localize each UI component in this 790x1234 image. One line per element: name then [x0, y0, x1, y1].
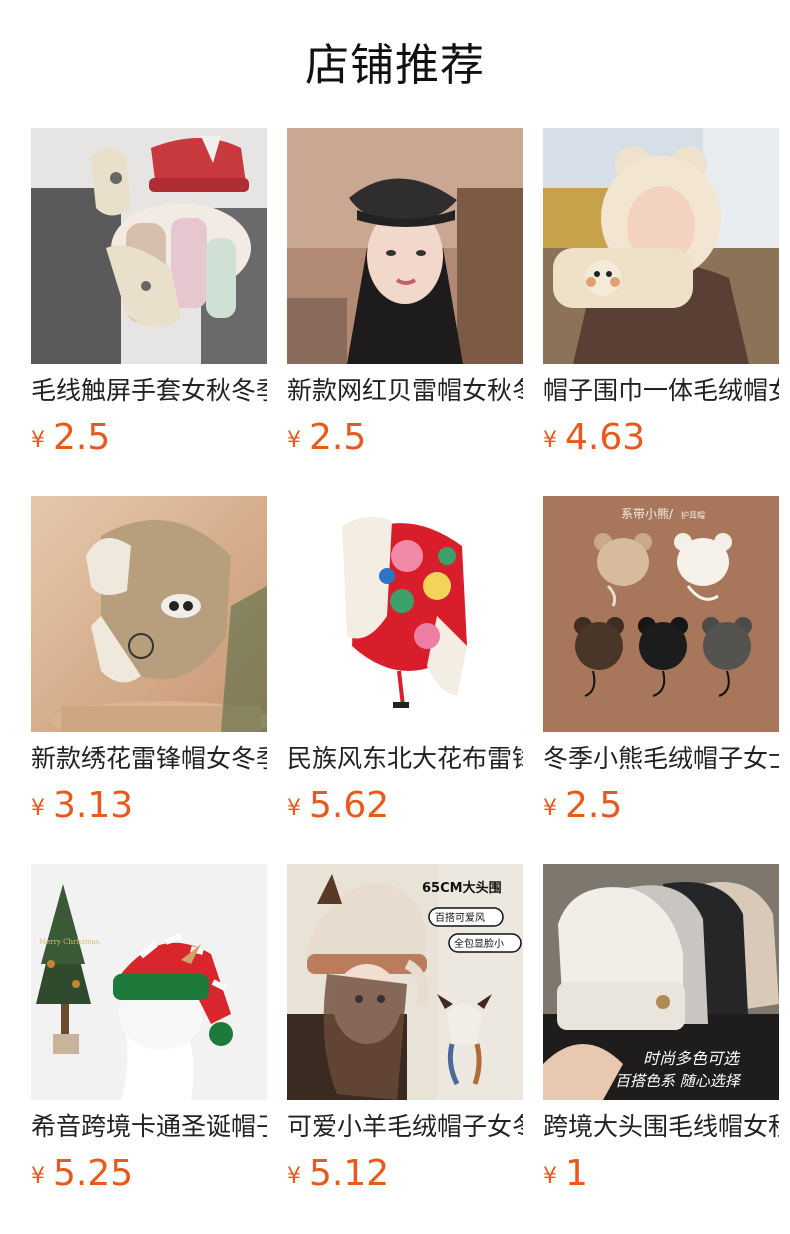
knit-beanie-photo[interactable]: 时尚多色可选 百搭色系 随心选择	[543, 864, 779, 1100]
product-price: ¥5.62	[287, 782, 389, 830]
price-value: 5.62	[309, 785, 390, 826]
page-title: 店铺推荐	[305, 40, 485, 91]
product-card[interactable]: 毛线触屏手套女秋冬季 ¥2.5	[31, 128, 267, 496]
product-card[interactable]: 新款绣花雷锋帽女冬季 ¥3.13	[31, 496, 267, 864]
product-price: ¥5.12	[287, 1150, 389, 1198]
product-card[interactable]: Merry Christmas 希音跨境卡通圣诞帽子 ¥5.25	[31, 864, 267, 1232]
product-price: ¥2.5	[287, 414, 366, 462]
floral-trapper-hat-photo[interactable]	[287, 496, 523, 732]
currency-symbol: ¥	[287, 1164, 301, 1189]
bear-title: 系带小熊/	[621, 506, 674, 521]
price-value: 2.5	[309, 417, 367, 458]
currency-symbol: ¥	[287, 428, 301, 453]
product-name[interactable]: 可爱小羊毛绒帽子女冬	[287, 1110, 523, 1144]
gloves-photo[interactable]	[31, 128, 267, 364]
currency-symbol: ¥	[543, 796, 557, 821]
product-price: ¥1	[543, 1150, 588, 1198]
xmas-sign: Merry Christmas	[39, 938, 100, 946]
product-card[interactable]: 时尚多色可选 百搭色系 随心选择 跨境大头围毛线帽女秋 ¥1	[543, 864, 779, 1232]
product-name[interactable]: 新款绣花雷锋帽女冬季	[31, 742, 267, 776]
product-price: ¥2.5	[31, 414, 110, 462]
product-card[interactable]: 帽子围巾一体毛绒帽女 ¥4.63	[543, 128, 779, 496]
product-name[interactable]: 冬季小熊毛绒帽子女士	[543, 742, 779, 776]
product-name[interactable]: 帽子围巾一体毛绒帽女	[543, 374, 779, 408]
product-card[interactable]: 65CM大头围 百搭可爱风 全包显脸小 可爱小羊毛绒帽子女冬 ¥5.12	[287, 864, 523, 1232]
product-name[interactable]: 毛线触屏手套女秋冬季	[31, 374, 267, 408]
bear-ear-hats-photo[interactable]: 系带小熊/ 护耳帽	[543, 496, 779, 732]
beret-photo[interactable]	[287, 128, 523, 364]
product-price: ¥5.25	[31, 1150, 133, 1198]
product-name[interactable]: 新款网红贝雷帽女秋冬	[287, 374, 523, 408]
product-card[interactable]: 新款网红贝雷帽女秋冬 ¥2.5	[287, 128, 523, 496]
price-value: 1	[565, 1153, 588, 1194]
currency-symbol: ¥	[287, 796, 301, 821]
product-name[interactable]: 跨境大头围毛线帽女秋	[543, 1110, 779, 1144]
christmas-hat-photo[interactable]: Merry Christmas	[31, 864, 267, 1100]
hat-scarf-photo[interactable]	[543, 128, 779, 364]
beanie-line-2: 百搭色系 随心选择	[615, 1072, 742, 1090]
trapper-hat-photo[interactable]	[31, 496, 267, 732]
sheep-size-label: 65CM大头围	[422, 880, 502, 896]
product-price: ¥2.5	[543, 782, 622, 830]
sheep-hat-photo[interactable]: 65CM大头围 百搭可爱风 全包显脸小	[287, 864, 523, 1100]
product-price: ¥4.63	[543, 414, 645, 462]
product-price: ¥3.13	[31, 782, 133, 830]
product-grid: 毛线触屏手套女秋冬季 ¥2.5 新款网红贝雷帽女秋冬 ¥2.5 帽子围巾一体毛绒…	[31, 128, 779, 1232]
currency-symbol: ¥	[543, 428, 557, 453]
price-value: 2.5	[565, 785, 623, 826]
currency-symbol: ¥	[31, 1164, 45, 1189]
currency-symbol: ¥	[31, 428, 45, 453]
price-value: 2.5	[53, 417, 111, 458]
currency-symbol: ¥	[543, 1164, 557, 1189]
beanie-line-1: 时尚多色可选	[643, 1049, 741, 1068]
currency-symbol: ¥	[31, 796, 45, 821]
product-card[interactable]: 系带小熊/ 护耳帽 冬季小熊毛绒帽子女士 ¥ 2.5	[543, 496, 779, 864]
price-value: 4.63	[565, 417, 646, 458]
product-name[interactable]: 希音跨境卡通圣诞帽子	[31, 1110, 267, 1144]
price-value: 5.25	[53, 1153, 134, 1194]
price-value: 3.13	[53, 785, 134, 826]
product-card[interactable]: 民族风东北大花布雷锋帽 ¥5.62	[287, 496, 523, 864]
sheep-tag-1: 百搭可爱风	[435, 911, 485, 924]
bear-subtitle: 护耳帽	[681, 510, 705, 520]
sheep-tag-2: 全包显脸小	[454, 937, 504, 950]
price-value: 5.12	[309, 1153, 390, 1194]
product-name[interactable]: 民族风东北大花布雷锋帽	[287, 742, 523, 776]
